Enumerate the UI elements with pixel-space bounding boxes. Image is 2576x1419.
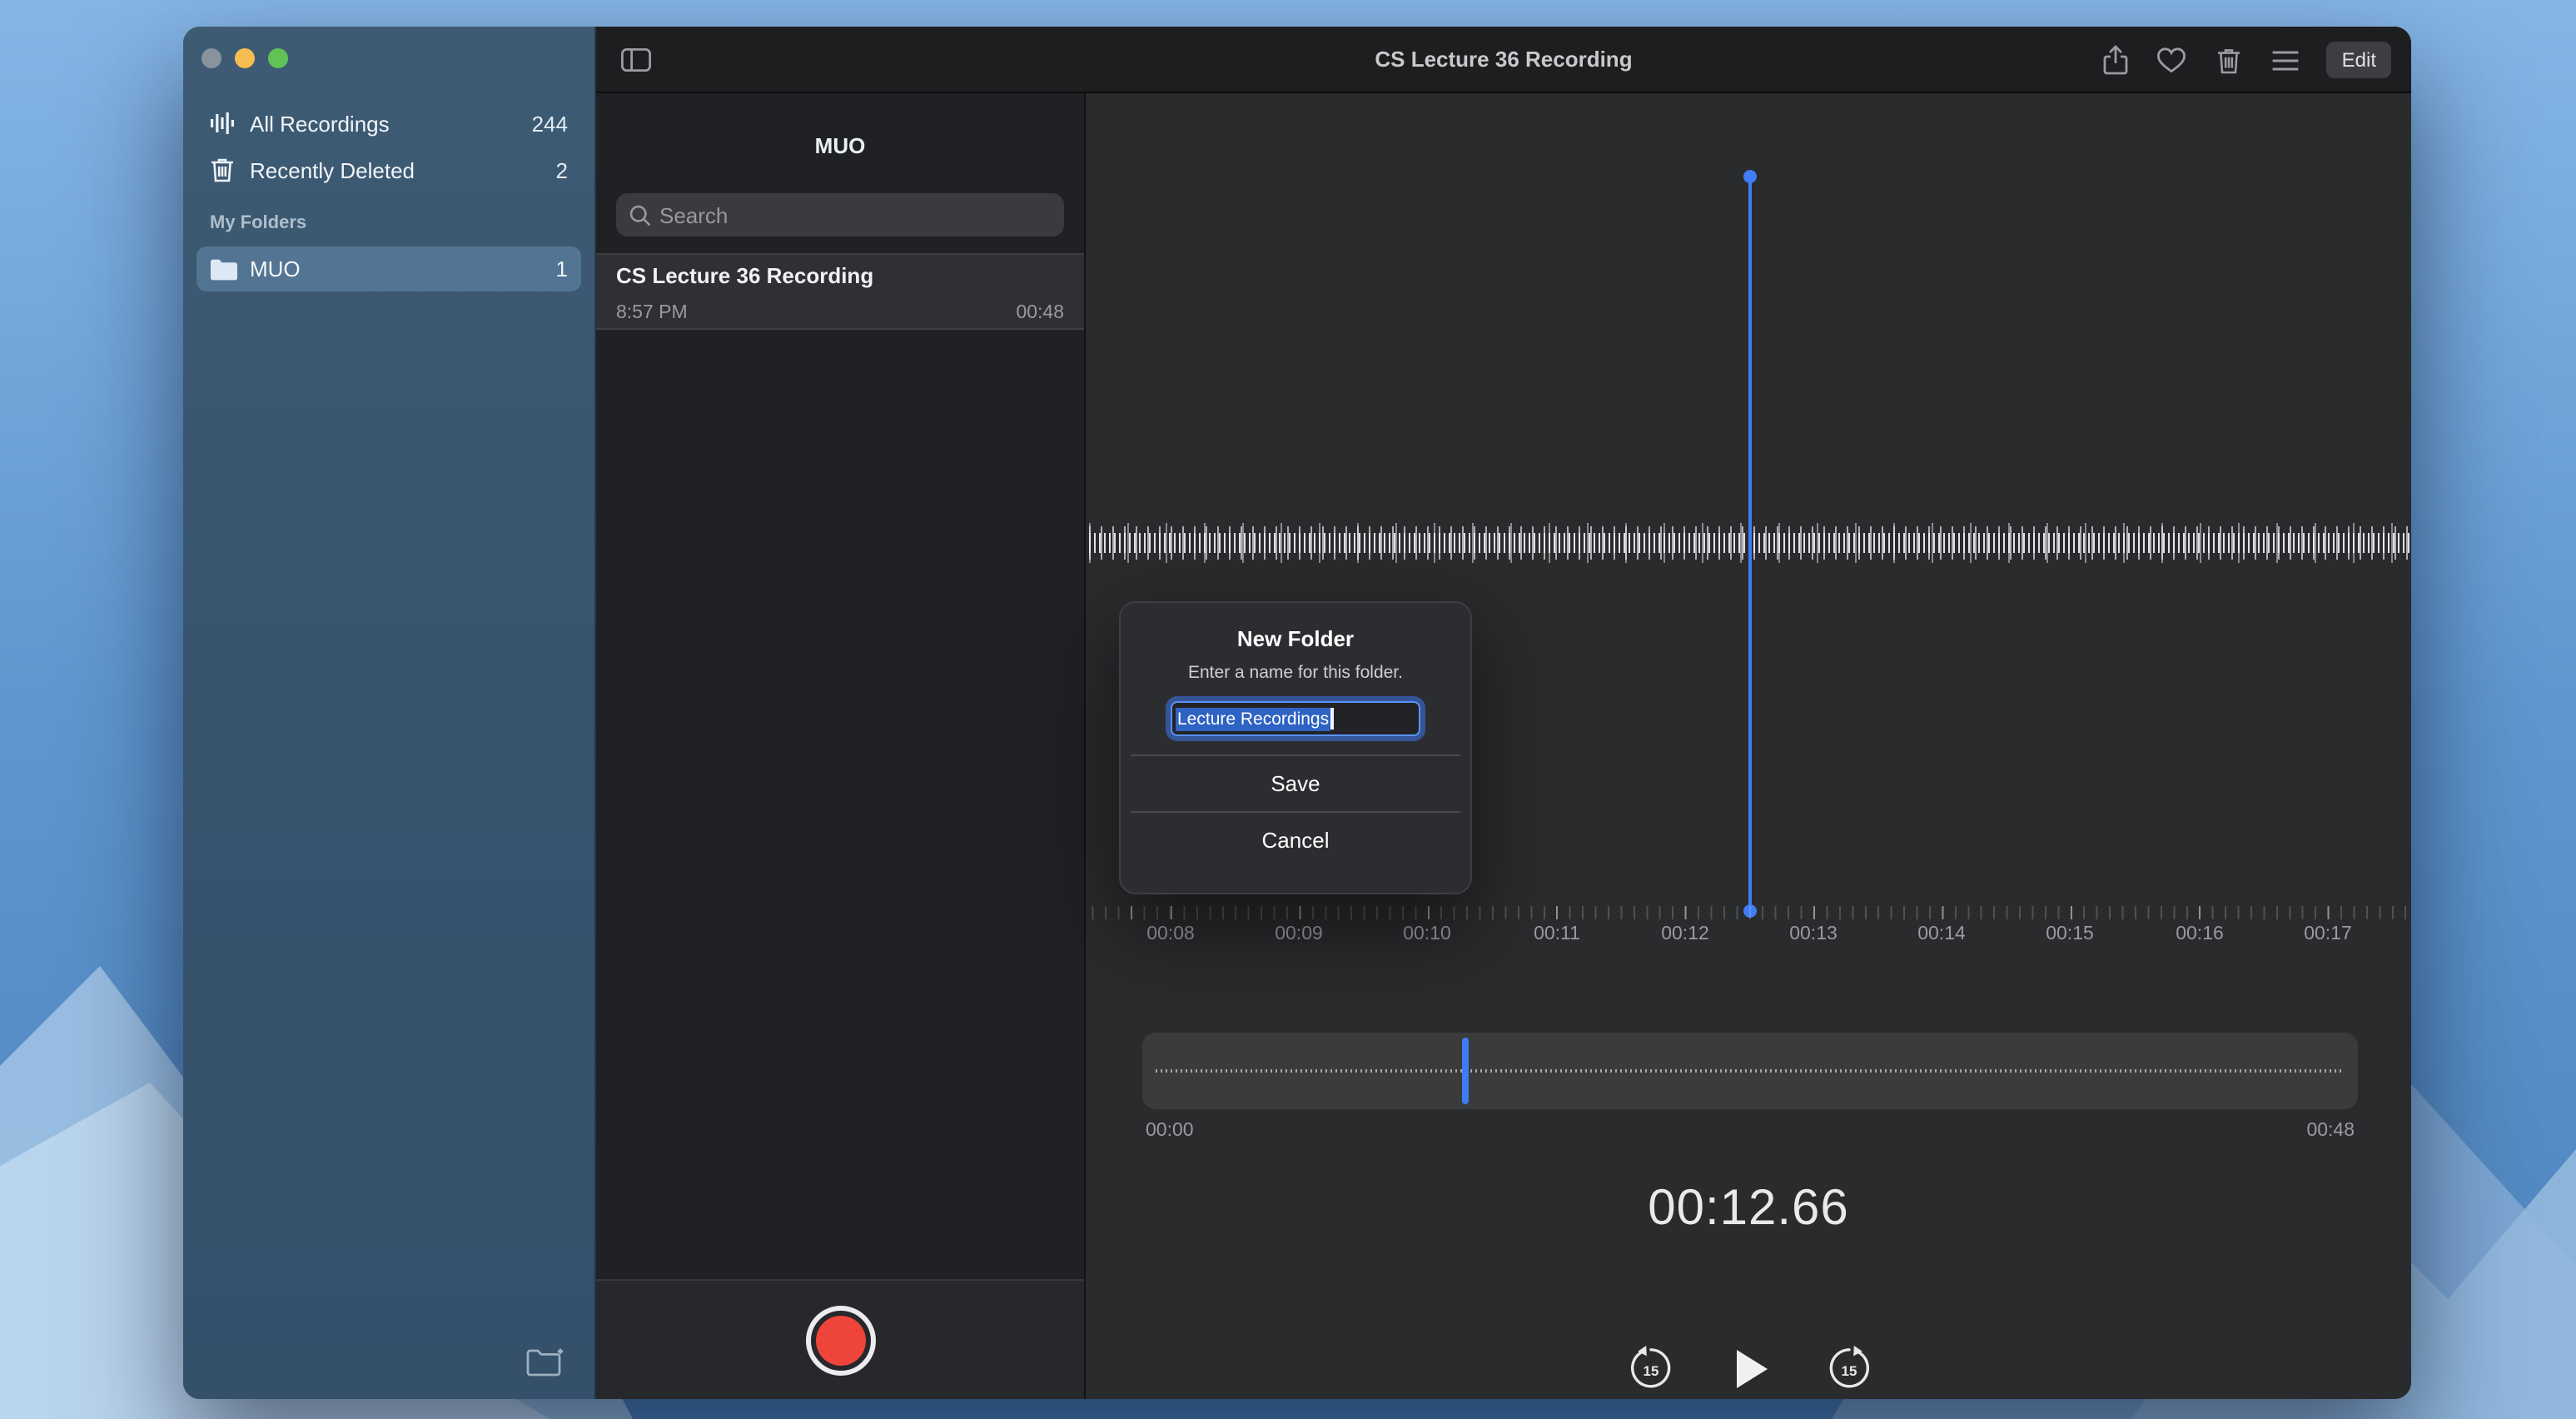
timeline-tick: 00:09 bbox=[1266, 923, 1332, 946]
timeline-tick: 00:08 bbox=[1137, 923, 1204, 946]
recordings-list-column: MUO CS Lecture 36 Recording 8:57 PM 00:4… bbox=[596, 93, 1086, 1399]
search-field[interactable] bbox=[616, 193, 1064, 236]
list-header: MUO bbox=[596, 133, 1084, 158]
dialog-title: New Folder bbox=[1121, 626, 1470, 651]
sidebar-folder-muo[interactable]: MUO 1 bbox=[196, 246, 581, 291]
playhead[interactable] bbox=[1748, 177, 1752, 911]
heart-icon bbox=[2157, 47, 2187, 73]
dialog-message: Enter a name for this folder. bbox=[1121, 663, 1470, 683]
list-icon bbox=[2271, 49, 2300, 71]
close-button[interactable] bbox=[201, 48, 221, 68]
sidebar-item-count: 2 bbox=[556, 157, 568, 182]
text-caret bbox=[1330, 708, 1333, 729]
sidebar-item-count: 244 bbox=[532, 111, 568, 136]
scrubber-waveform bbox=[1156, 1069, 2345, 1073]
zoom-button[interactable] bbox=[268, 48, 288, 68]
sidebar-item-label: All Recordings bbox=[243, 111, 532, 136]
share-button[interactable] bbox=[2101, 45, 2131, 75]
recording-list-item[interactable]: CS Lecture 36 Recording 8:57 PM 00:48 bbox=[596, 253, 1084, 330]
search-input[interactable] bbox=[659, 202, 1051, 227]
folder-label: MUO bbox=[243, 256, 556, 281]
recording-meta: 8:57 PM 00:48 bbox=[616, 303, 1064, 323]
timeline-tick: 00:13 bbox=[1780, 923, 1847, 946]
record-button[interactable] bbox=[806, 1306, 876, 1376]
range-end-label: 00:48 bbox=[2306, 1119, 2355, 1143]
timeline-tick: 00:16 bbox=[2166, 923, 2233, 946]
timeline-ruler bbox=[1086, 906, 2411, 919]
waveform-icon bbox=[210, 112, 243, 135]
edit-button[interactable]: Edit bbox=[2327, 42, 2391, 78]
sidebar-item-label: Recently Deleted bbox=[243, 157, 556, 182]
sidebar-item-recently-deleted[interactable]: Recently Deleted 2 bbox=[196, 148, 581, 192]
trash-icon bbox=[2216, 46, 2241, 74]
range-start-label: 00:00 bbox=[1146, 1119, 1194, 1143]
skip-back-label: 15 bbox=[1629, 1362, 1673, 1379]
new-folder-dialog: New Folder Enter a name for this folder.… bbox=[1119, 601, 1472, 894]
folder-name-value: Lecture Recordings bbox=[1176, 707, 1330, 730]
current-time-display: 00:12.66 bbox=[1086, 1179, 2411, 1239]
sidebar-section-label: My Folders bbox=[210, 213, 306, 233]
favorite-button[interactable] bbox=[2157, 45, 2187, 75]
search-icon bbox=[629, 204, 651, 226]
save-button[interactable]: Save bbox=[1121, 754, 1470, 811]
recording-duration: 00:48 bbox=[1016, 303, 1064, 323]
sidebar: All Recordings 244 Recently Deleted 2 bbox=[183, 27, 596, 1399]
play-button[interactable] bbox=[1733, 1347, 1770, 1391]
scrubber-playhead[interactable] bbox=[1462, 1038, 1468, 1104]
record-dot bbox=[816, 1316, 866, 1366]
timeline-tick: 00:11 bbox=[1524, 923, 1590, 946]
trash-icon bbox=[210, 157, 243, 183]
overview-scrubber[interactable] bbox=[1142, 1033, 2358, 1109]
timeline-tick: 00:14 bbox=[1908, 923, 1975, 946]
sidebar-item-all-recordings[interactable]: All Recordings 244 bbox=[196, 102, 581, 145]
skip-back-15-button[interactable]: 15 bbox=[1629, 1346, 1673, 1392]
skip-forward-label: 15 bbox=[1827, 1362, 1872, 1379]
traffic-lights bbox=[201, 48, 288, 68]
folder-count: 1 bbox=[556, 256, 568, 281]
folder-name-input[interactable]: Lecture Recordings bbox=[1171, 701, 1420, 736]
sidebar-list: All Recordings 244 Recently Deleted 2 bbox=[196, 102, 581, 195]
titlebar-actions: Edit bbox=[2101, 27, 2391, 93]
timeline-tick: 00:12 bbox=[1652, 923, 1718, 946]
record-bar bbox=[596, 1279, 1084, 1399]
new-folder-icon bbox=[526, 1347, 566, 1381]
recording-title: CS Lecture 36 Recording bbox=[616, 261, 1064, 291]
play-icon bbox=[1733, 1347, 1770, 1391]
timeline-tick: 00:10 bbox=[1394, 923, 1460, 946]
timeline-tick: 00:17 bbox=[2295, 923, 2361, 946]
folder-icon bbox=[210, 257, 243, 281]
skip-forward-15-button[interactable]: 15 bbox=[1827, 1346, 1872, 1392]
new-folder-button[interactable] bbox=[526, 1346, 569, 1382]
titlebar: CS Lecture 36 Recording bbox=[596, 27, 2411, 93]
desktop: All Recordings 244 Recently Deleted 2 bbox=[0, 0, 2576, 1419]
delete-button[interactable] bbox=[2214, 45, 2244, 75]
cancel-button[interactable]: Cancel bbox=[1121, 811, 1470, 868]
share-icon bbox=[2103, 45, 2128, 75]
recording-time: 8:57 PM bbox=[616, 303, 688, 323]
options-button[interactable] bbox=[2270, 45, 2300, 75]
playhead-handle-top[interactable] bbox=[1743, 170, 1757, 183]
timeline-tick: 00:15 bbox=[2036, 923, 2103, 946]
minimize-button[interactable] bbox=[235, 48, 255, 68]
